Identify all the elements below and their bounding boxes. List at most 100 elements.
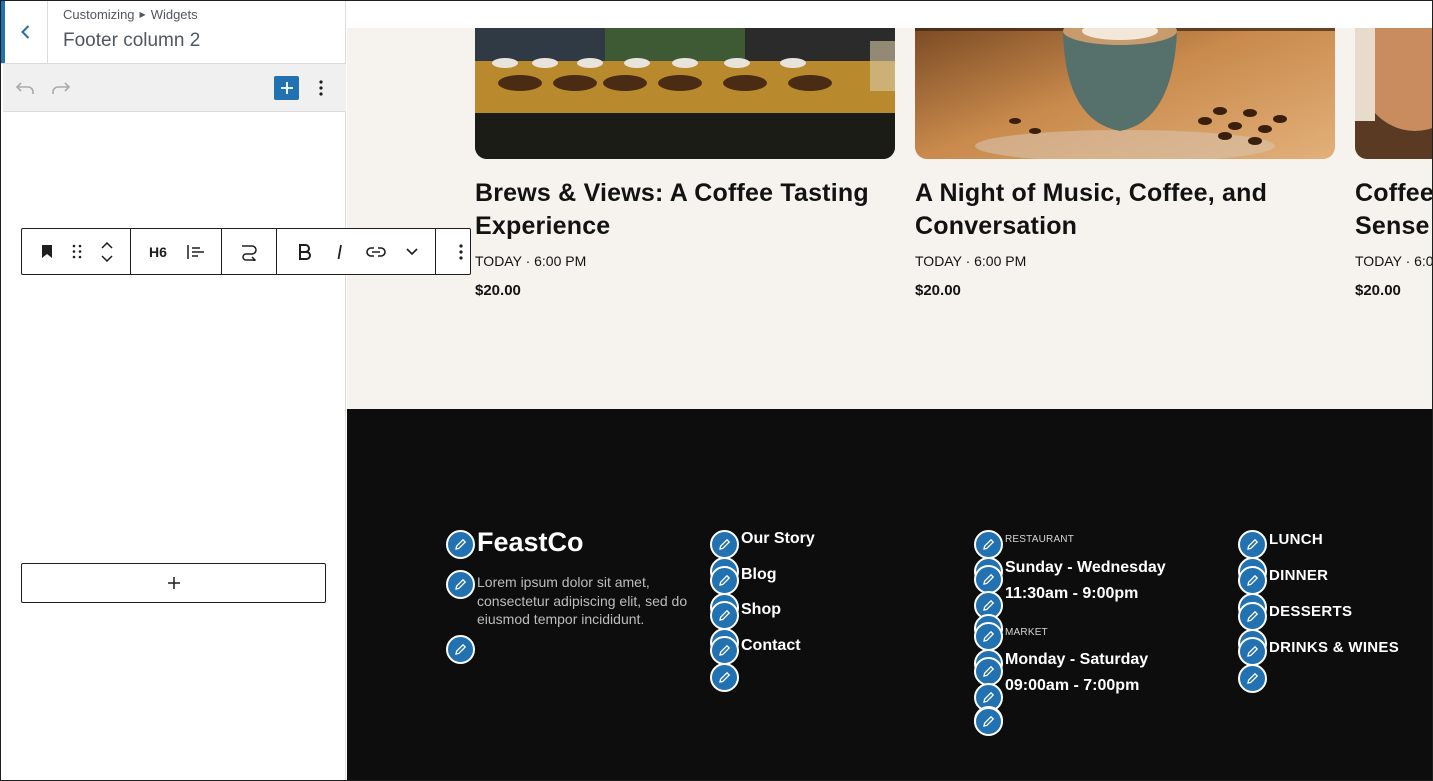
- block-toolbar-group-options: [436, 229, 486, 274]
- back-button[interactable]: [1, 1, 48, 63]
- undo-icon: [15, 82, 34, 94]
- event-title[interactable]: Brews & Views: A Coffee Tasting Experienc…: [475, 177, 905, 243]
- edit-shortcut-button[interactable]: [1238, 637, 1267, 666]
- chevron-down-icon: [101, 254, 113, 262]
- edit-shortcut-button[interactable]: [974, 622, 1003, 651]
- transform-icon: [242, 244, 257, 261]
- options-button[interactable]: [309, 76, 333, 100]
- footer-menu-drinks-wines[interactable]: DRINKS & WINES: [1269, 639, 1399, 656]
- event-title-line: A Night of Music, Coffee, and: [915, 179, 1268, 207]
- footer-menu-dinner[interactable]: DINNER: [1269, 567, 1328, 584]
- pencil-icon: [983, 715, 995, 727]
- hours-restaurant-days: Sunday - Wednesday: [1005, 559, 1166, 576]
- block-appender-button[interactable]: [21, 563, 326, 603]
- event-title-line: Conversation: [915, 212, 1078, 240]
- transform-button[interactable]: [234, 234, 264, 270]
- footer-link-shop[interactable]: Shop: [741, 601, 781, 619]
- edit-shortcut-button[interactable]: [710, 530, 739, 559]
- edit-shortcut-button[interactable]: [974, 530, 1003, 559]
- edit-shortcut-button[interactable]: [974, 565, 1003, 594]
- breadcrumb: Customizing ▶ Widgets: [63, 7, 198, 22]
- pencil-icon: [1247, 538, 1259, 550]
- hours-market-days: Monday - Saturday: [1005, 651, 1149, 668]
- pencil-icon: [1247, 574, 1259, 586]
- add-block-button[interactable]: [274, 76, 299, 100]
- event-title-line: Sense: [1355, 212, 1430, 240]
- event-price: $20.00: [1355, 282, 1401, 299]
- event-title-line: Coffee: [1355, 179, 1433, 207]
- breadcrumb-separator-icon: ▶: [139, 10, 146, 19]
- bold-button[interactable]: [289, 234, 319, 270]
- more-vertical-icon: [459, 243, 463, 260]
- pencil-icon: [455, 643, 467, 655]
- footer-description: Lorem ipsum dolor sit amet, consectetur …: [477, 574, 688, 627]
- site-footer: FeastCo Lorem ipsum dolor sit amet, cons…: [347, 409, 1432, 780]
- align-button[interactable]: [181, 234, 211, 270]
- drag-handle-icon: [72, 244, 82, 259]
- chevron-down-icon: [406, 247, 418, 255]
- event-title[interactable]: A Night of Music, Coffee, and Conversatio…: [915, 177, 1345, 243]
- breadcrumb-item: Customizing: [63, 7, 135, 22]
- bookmark-icon: [42, 245, 52, 258]
- edit-shortcut-button[interactable]: [710, 566, 739, 595]
- redo-button[interactable]: [49, 76, 73, 100]
- pencil-icon: [455, 578, 467, 590]
- pencil-icon: [1247, 645, 1259, 657]
- breadcrumb-item: Widgets: [150, 7, 198, 22]
- edit-shortcut-button[interactable]: [974, 707, 1003, 736]
- pencil-icon: [983, 665, 995, 677]
- event-price: $20.00: [475, 282, 521, 299]
- panel-title: Footer column 2: [63, 30, 201, 51]
- site-preview: Brews & Views: A Coffee Tasting Experienc…: [347, 1, 1433, 780]
- pencil-icon: [719, 671, 731, 683]
- link-icon: [366, 246, 386, 257]
- event-title-line: Brews & Views: A Coffee Tasting: [475, 179, 869, 207]
- heading-level-button[interactable]: H6: [143, 234, 173, 270]
- pencil-icon: [983, 599, 995, 611]
- pencil-icon: [983, 691, 995, 703]
- hours-restaurant-time: 11:30am - 9:00pm: [1005, 585, 1139, 602]
- drag-handle[interactable]: [64, 234, 90, 270]
- edit-shortcut-button[interactable]: [1238, 566, 1267, 595]
- edit-shortcut-button[interactable]: [974, 657, 1003, 686]
- more-format-button[interactable]: [397, 234, 427, 270]
- pencil-icon: [719, 574, 731, 586]
- customizer-panel: Customizing ▶ Widgets Footer column 2: [1, 1, 346, 780]
- footer-menu-lunch[interactable]: LUNCH: [1269, 531, 1323, 548]
- footer-brand[interactable]: FeastCo: [477, 527, 584, 558]
- block-toolbar-group-parent: [22, 229, 131, 274]
- block-options-button[interactable]: [446, 234, 476, 270]
- pencil-icon: [1247, 672, 1259, 684]
- edit-shortcut-button[interactable]: [1238, 602, 1267, 631]
- move-up-down-button[interactable]: [94, 234, 120, 270]
- event-price: $20.00: [915, 282, 961, 299]
- edit-shortcut-button[interactable]: [446, 530, 475, 559]
- pencil-icon: [719, 644, 731, 656]
- footer-link-contact[interactable]: Contact: [741, 637, 801, 655]
- preview-top-bar: [347, 1, 1432, 28]
- link-button[interactable]: [361, 234, 391, 270]
- edit-shortcut-button[interactable]: [446, 635, 475, 664]
- event-time: TODAY · 6:00 PM: [475, 253, 587, 269]
- block-toolbar-group-format: [277, 229, 436, 274]
- italic-icon: [337, 244, 342, 259]
- event-time: TODAY · 6:00 PM: [915, 253, 1027, 269]
- footer-link-blog[interactable]: Blog: [741, 566, 777, 584]
- edit-shortcut-button[interactable]: [446, 570, 475, 599]
- italic-button[interactable]: [325, 234, 355, 270]
- edit-shortcut-button[interactable]: [1238, 530, 1267, 559]
- pencil-icon: [983, 630, 995, 642]
- edit-shortcut-button[interactable]: [1238, 664, 1267, 693]
- undo-button[interactable]: [13, 76, 37, 100]
- footer-menu-desserts[interactable]: DESSERTS: [1269, 603, 1352, 620]
- footer-link-our-story[interactable]: Our Story: [741, 530, 815, 548]
- event-title[interactable]: Coffee Sense: [1355, 177, 1433, 243]
- pencil-icon: [719, 609, 731, 621]
- chevron-left-icon: [21, 25, 30, 39]
- pencil-icon: [983, 573, 995, 585]
- edit-shortcut-button[interactable]: [710, 663, 739, 692]
- block-type-button[interactable]: [34, 234, 60, 270]
- edit-shortcut-button[interactable]: [710, 601, 739, 630]
- edit-shortcut-button[interactable]: [710, 636, 739, 665]
- more-vertical-icon: [319, 80, 323, 96]
